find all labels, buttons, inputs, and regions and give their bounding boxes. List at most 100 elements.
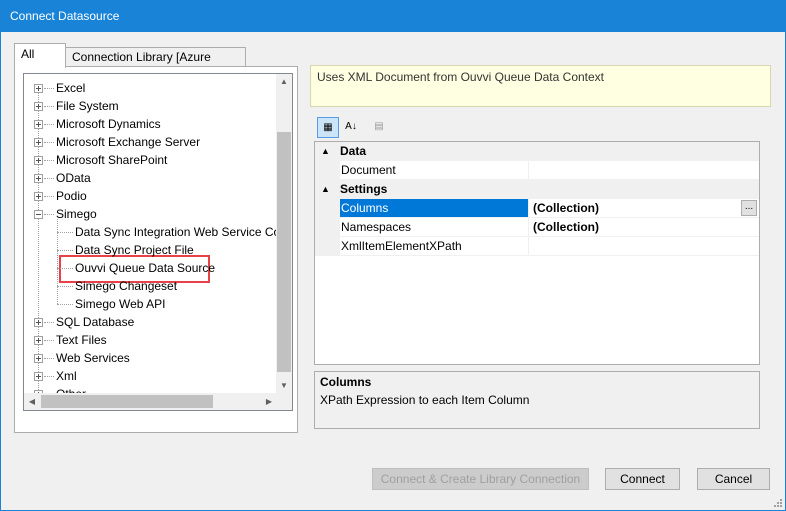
- tree-item[interactable]: Text Files: [56, 331, 107, 349]
- tree-item[interactable]: Web Services: [56, 349, 130, 367]
- collection-editor-button[interactable]: ...: [741, 200, 757, 216]
- tree-guide-line: [57, 286, 73, 287]
- property-name: Columns: [340, 199, 529, 218]
- tree-vertical-scrollbar[interactable]: ▲ ▼: [276, 74, 292, 394]
- tree-item-label: Data Sync Integration Web Service Conr: [75, 225, 277, 239]
- tree-item-label: Simego: [56, 207, 97, 221]
- tree-item-label: Web Services: [56, 351, 130, 365]
- datasource-description: Uses XML Document from Ouvvi Queue Data …: [310, 65, 771, 107]
- tree-item-label: Microsoft Dynamics: [56, 117, 161, 131]
- tab-panel: Excel File System Microsoft Dynamics Micros…: [14, 66, 298, 433]
- tree-guide-line: [44, 160, 54, 161]
- expand-plus-icon[interactable]: [34, 156, 43, 165]
- scroll-up-arrow-icon[interactable]: ▲: [276, 74, 292, 90]
- datasource-tree[interactable]: Excel File System Microsoft Dynamics Micros…: [23, 73, 293, 411]
- connect-button[interactable]: Connect: [605, 468, 680, 490]
- property-row-document[interactable]: Document: [315, 161, 759, 180]
- property-row-namespaces[interactable]: Namespaces (Collection): [315, 218, 759, 237]
- tree-guide-line: [57, 268, 73, 269]
- tab-connection-library[interactable]: Connection Library [Azure (Dev)]: [65, 47, 246, 78]
- property-grid-toolbar: ▦ A↓ ▤: [314, 115, 474, 139]
- tree-item[interactable]: Ouvvi Queue Data Source: [75, 259, 215, 277]
- row-margin: [315, 161, 340, 180]
- property-row-columns[interactable]: Columns (Collection) ...: [315, 199, 759, 218]
- tree-guide-line: [44, 124, 54, 125]
- tree-guide-line: [44, 358, 54, 359]
- collapse-minus-icon[interactable]: [34, 210, 43, 219]
- property-name: XmlItemElementXPath: [340, 237, 529, 256]
- tree-guide-line: [44, 322, 54, 323]
- category-settings[interactable]: ▲ Settings: [315, 180, 759, 199]
- tree-item[interactable]: Xml: [56, 367, 77, 385]
- property-value-text: (Collection): [533, 201, 599, 215]
- tree-guide-line: [44, 214, 54, 215]
- tree-item-label: Data Sync Project File: [75, 243, 194, 257]
- tree-guide-line: [44, 340, 54, 341]
- tree-guide-line: [57, 304, 73, 305]
- property-value[interactable]: (Collection) ...: [529, 199, 759, 218]
- connect-datasource-dialog: Connect Datasource All Connection Librar…: [0, 0, 786, 511]
- tree-item[interactable]: Microsoft Dynamics: [56, 115, 161, 133]
- alphabetical-sort-icon[interactable]: A↓: [340, 117, 362, 138]
- tree-item[interactable]: Excel: [56, 79, 85, 97]
- resize-grip-icon[interactable]: [772, 497, 782, 507]
- tree-item-label: Microsoft Exchange Server: [56, 135, 201, 149]
- tree-horizontal-scrollbar[interactable]: ◀ ▶: [24, 393, 277, 410]
- row-margin: [315, 237, 340, 256]
- title-bar[interactable]: Connect Datasource: [1, 1, 785, 32]
- category-label: Data: [340, 144, 367, 158]
- property-value[interactable]: [529, 161, 759, 180]
- tree-item[interactable]: OData: [56, 169, 91, 187]
- expand-plus-icon[interactable]: [34, 192, 43, 201]
- tree-item[interactable]: Simego Web API: [75, 295, 166, 313]
- vertical-scroll-thumb[interactable]: [277, 132, 291, 372]
- expand-plus-icon[interactable]: [34, 174, 43, 183]
- help-title: Columns: [320, 375, 372, 389]
- expand-plus-icon[interactable]: [34, 84, 43, 93]
- collapse-chevron-icon[interactable]: ▲: [321, 180, 330, 199]
- property-pages-icon[interactable]: ▤: [368, 117, 390, 138]
- tree-item-label: Microsoft SharePoint: [56, 153, 168, 167]
- property-value[interactable]: [529, 237, 759, 256]
- connect-create-library-button[interactable]: Connect & Create Library Connection: [372, 468, 589, 490]
- tree-item[interactable]: SQL Database: [56, 313, 134, 331]
- expand-plus-icon[interactable]: [34, 120, 43, 129]
- expand-plus-icon[interactable]: [34, 138, 43, 147]
- category-label: Settings: [340, 182, 388, 196]
- property-row-xmlitemelementxpath[interactable]: XmlItemElementXPath: [315, 237, 759, 256]
- expand-plus-icon[interactable]: [34, 354, 43, 363]
- tree-item-label: OData: [56, 171, 91, 185]
- tree-item-label: Podio: [56, 189, 87, 203]
- property-value[interactable]: (Collection): [529, 218, 759, 237]
- tree-guide-line: [44, 196, 54, 197]
- tree-item-label: Simego Web API: [75, 297, 166, 311]
- tree-guide-line: [38, 88, 39, 394]
- expand-plus-icon[interactable]: [34, 372, 43, 381]
- scroll-left-arrow-icon[interactable]: ◀: [24, 394, 40, 410]
- tree-guide-line: [44, 178, 54, 179]
- tree-item[interactable]: Data Sync Project File: [75, 241, 194, 259]
- horizontal-scroll-thumb[interactable]: [41, 395, 213, 408]
- tree-item-label: File System: [56, 99, 119, 113]
- tree-item[interactable]: Podio: [56, 187, 87, 205]
- tree-item-label: Xml: [56, 369, 77, 383]
- tree-item[interactable]: Simego: [56, 205, 97, 223]
- expand-plus-icon[interactable]: [34, 102, 43, 111]
- tree-item[interactable]: Data Sync Integration Web Service Conr: [75, 223, 277, 241]
- tree-item[interactable]: Simego Changeset: [75, 277, 177, 295]
- scroll-down-arrow-icon[interactable]: ▼: [276, 378, 292, 394]
- categorized-view-icon[interactable]: ▦: [317, 117, 339, 138]
- tab-all[interactable]: All: [14, 43, 66, 68]
- expand-plus-icon[interactable]: [34, 336, 43, 345]
- scroll-right-arrow-icon[interactable]: ▶: [261, 394, 277, 410]
- cancel-button[interactable]: Cancel: [697, 468, 770, 490]
- tree-guide-line: [57, 232, 73, 233]
- tree-item-label: Excel: [56, 81, 86, 95]
- category-data[interactable]: ▲ Data: [315, 142, 759, 161]
- collapse-chevron-icon[interactable]: ▲: [321, 142, 330, 161]
- expand-plus-icon[interactable]: [34, 318, 43, 327]
- tree-item[interactable]: Microsoft Exchange Server: [56, 133, 200, 151]
- tree-item[interactable]: File System: [56, 97, 119, 115]
- tree-guide-line: [44, 142, 54, 143]
- tree-item[interactable]: Microsoft SharePoint: [56, 151, 167, 169]
